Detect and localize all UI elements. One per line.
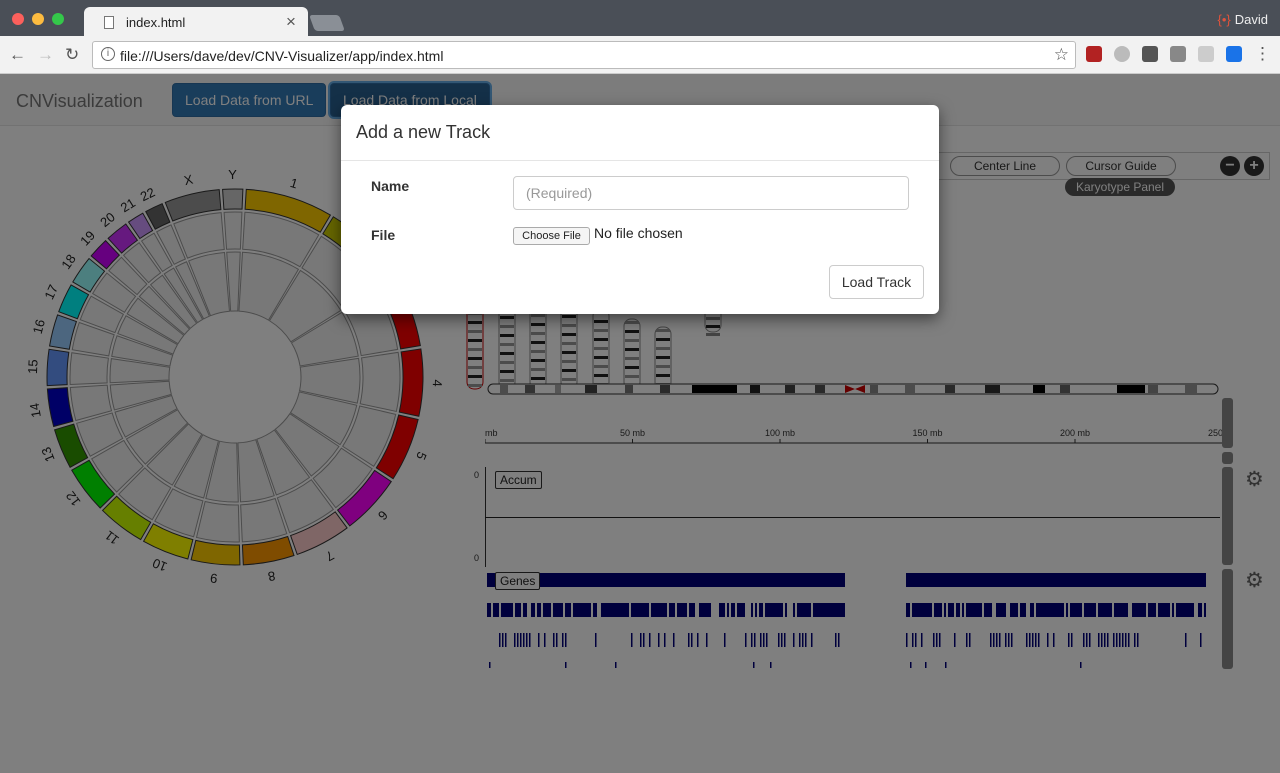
- back-icon[interactable]: ←: [9, 45, 26, 65]
- url-text: file:///Users/dave/dev/CNV-Visualizer/ap…: [120, 48, 444, 64]
- user-icon: {•}: [1217, 12, 1231, 27]
- extension-icon[interactable]: [1114, 46, 1130, 62]
- reload-icon[interactable]: ↻: [65, 45, 79, 65]
- profile-name: David: [1234, 12, 1268, 27]
- extension-icon[interactable]: [1142, 46, 1158, 62]
- track-name-input[interactable]: [513, 176, 909, 210]
- extension-icon[interactable]: [1226, 46, 1242, 62]
- info-icon[interactable]: i: [101, 47, 115, 61]
- add-track-modal: Add a new Track Name File Choose File No…: [341, 105, 939, 314]
- close-window-button[interactable]: [12, 13, 24, 25]
- tab-title: index.html: [126, 15, 186, 30]
- maximize-window-button[interactable]: [52, 13, 64, 25]
- modal-title: Add a new Track: [356, 122, 491, 142]
- new-tab-button[interactable]: [309, 15, 345, 31]
- choose-file-button[interactable]: Choose File: [513, 227, 590, 245]
- menu-icon[interactable]: ⋮: [1254, 44, 1271, 64]
- ublock-extension-icon[interactable]: [1086, 46, 1102, 62]
- address-bar[interactable]: i file:///Users/dave/dev/CNV-Visualizer/…: [92, 41, 1076, 69]
- browser-tab[interactable]: index.html ×: [84, 7, 308, 37]
- forward-icon[interactable]: →: [37, 45, 54, 65]
- browser-titlebar: index.html × {•} David: [0, 0, 1280, 37]
- name-label: Name: [371, 178, 410, 194]
- load-track-button[interactable]: Load Track: [829, 265, 924, 299]
- profile-button[interactable]: {•} David: [1218, 12, 1269, 27]
- bookmark-star-icon[interactable]: ☆: [1054, 45, 1069, 65]
- page-icon: [104, 16, 114, 29]
- extension-icon[interactable]: [1170, 46, 1186, 62]
- file-status-text: No file chosen: [594, 225, 683, 241]
- browser-toolbar: ← → ↻ i file:///Users/dave/dev/CNV-Visua…: [0, 36, 1280, 74]
- tab-close-icon[interactable]: ×: [286, 12, 296, 32]
- extension-icon[interactable]: [1198, 46, 1214, 62]
- modal-header: Add a new Track: [341, 105, 939, 161]
- minimize-window-button[interactable]: [32, 13, 44, 25]
- file-label: File: [371, 227, 396, 243]
